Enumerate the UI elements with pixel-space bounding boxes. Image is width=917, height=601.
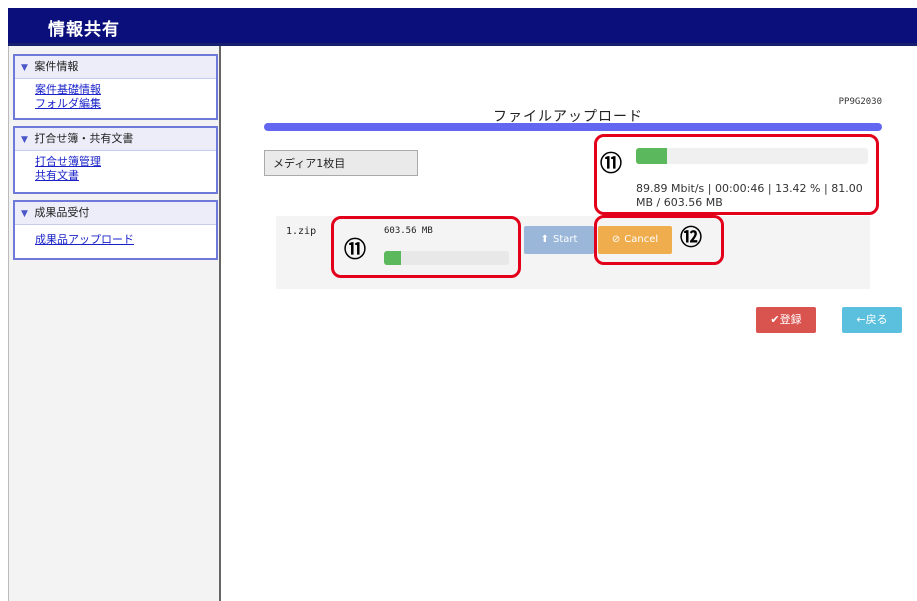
chevron-down-icon: ▼ <box>21 135 28 145</box>
sidebar-item-uchiawase-kanri[interactable]: 打合せ簿管理 <box>35 155 216 169</box>
screen-id: PP9G2030 <box>838 97 882 107</box>
sidebar-section-anken: ▼ 案件情報 案件基礎情報 フォルダ編集 <box>13 54 218 120</box>
file-name: 1.zip <box>286 226 317 237</box>
callout-cancel <box>594 215 724 265</box>
check-icon: ✔ <box>770 313 780 326</box>
title-underline-bar <box>264 123 882 131</box>
sidebar-item-folder-edit[interactable]: フォルダ編集 <box>35 97 216 111</box>
start-button-label: Start <box>552 234 578 245</box>
register-button[interactable]: ✔登録 <box>756 307 816 333</box>
back-button[interactable]: ←戻る <box>842 307 902 333</box>
sidebar-section-label: 成果品受付 <box>34 206 90 219</box>
sidebar-section-label: 打合せ簿・共有文書 <box>34 132 134 145</box>
arrow-left-icon: ← <box>856 313 866 326</box>
sidebar-section-label: 案件情報 <box>34 60 79 73</box>
sidebar-section-header[interactable]: ▼ 成果品受付 <box>15 202 216 225</box>
media-label: メディア1枚目 <box>264 150 418 176</box>
start-button[interactable]: ⬆ Start <box>524 226 594 254</box>
chevron-down-icon: ▼ <box>21 63 28 73</box>
sidebar-section-seikahin: ▼ 成果品受付 成果品アップロード <box>13 200 218 260</box>
sidebar-item-seikahin-upload[interactable]: 成果品アップロード <box>35 233 216 247</box>
main-content: PP9G2030 ファイルアップロード メディア1枚目 89.89 Mbit/s… <box>222 46 917 601</box>
sidebar-item-anken-kiso[interactable]: 案件基礎情報 <box>35 83 216 97</box>
upload-circle-icon: ⬆ <box>540 234 549 245</box>
register-button-label: 登録 <box>779 313 802 326</box>
back-button-label: 戻る <box>865 313 888 326</box>
sidebar-section-header[interactable]: ▼ 打合せ簿・共有文書 <box>15 128 216 151</box>
callout-number: ⑪ <box>344 238 367 263</box>
app-header: 情報共有 <box>8 8 917 46</box>
sidebar: ▼ 案件情報 案件基礎情報 フォルダ編集 ▼ 打合せ簿・共有文書 打合せ簿管理 … <box>8 46 221 601</box>
sidebar-section-header[interactable]: ▼ 案件情報 <box>15 56 216 79</box>
callout-overall-progress <box>594 134 879 215</box>
sidebar-item-kyoyu-bunsho[interactable]: 共有文書 <box>35 169 216 183</box>
chevron-down-icon: ▼ <box>21 209 28 219</box>
callout-number: ⑫ <box>680 226 703 251</box>
callout-number: ⑪ <box>600 152 623 177</box>
sidebar-section-uchiawase: ▼ 打合せ簿・共有文書 打合せ簿管理 共有文書 <box>13 126 218 194</box>
app-title: 情報共有 <box>48 20 120 40</box>
